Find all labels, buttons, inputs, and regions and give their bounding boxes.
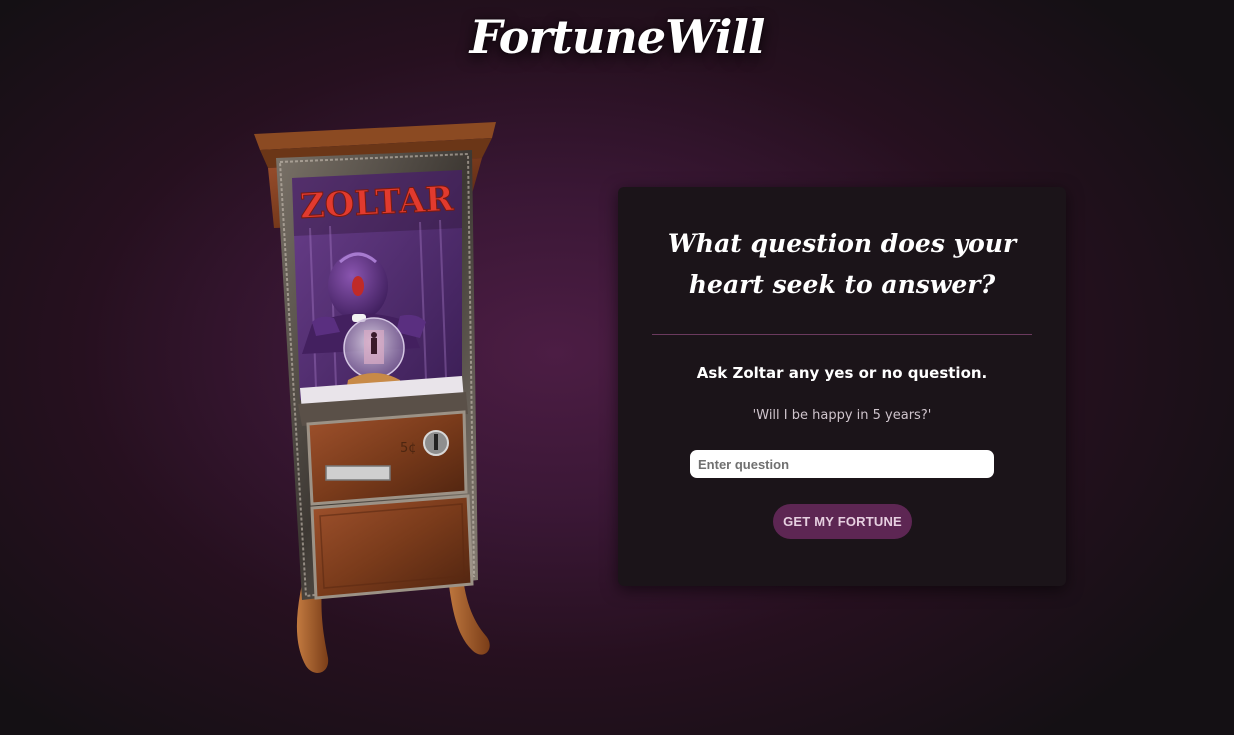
question-card: What question does your heart seek to an… — [618, 187, 1066, 586]
instruction-text: Ask Zoltar any yes or no question. — [696, 364, 988, 382]
zoltar-sign-text: ZOLTAR — [299, 179, 455, 227]
question-input[interactable] — [690, 450, 994, 478]
zoltar-machine-image: ZOLTAR 5¢ — [250, 118, 502, 683]
site-logo[interactable]: FortuneWill — [0, 10, 1234, 64]
divider — [652, 334, 1032, 335]
coin-price-text: 5¢ — [400, 441, 417, 456]
card-title: What question does your heart seek to an… — [667, 229, 1017, 299]
get-fortune-button[interactable]: GET MY FORTUNE — [773, 504, 912, 539]
example-question-text: 'Will I be happy in 5 years?' — [752, 408, 932, 423]
